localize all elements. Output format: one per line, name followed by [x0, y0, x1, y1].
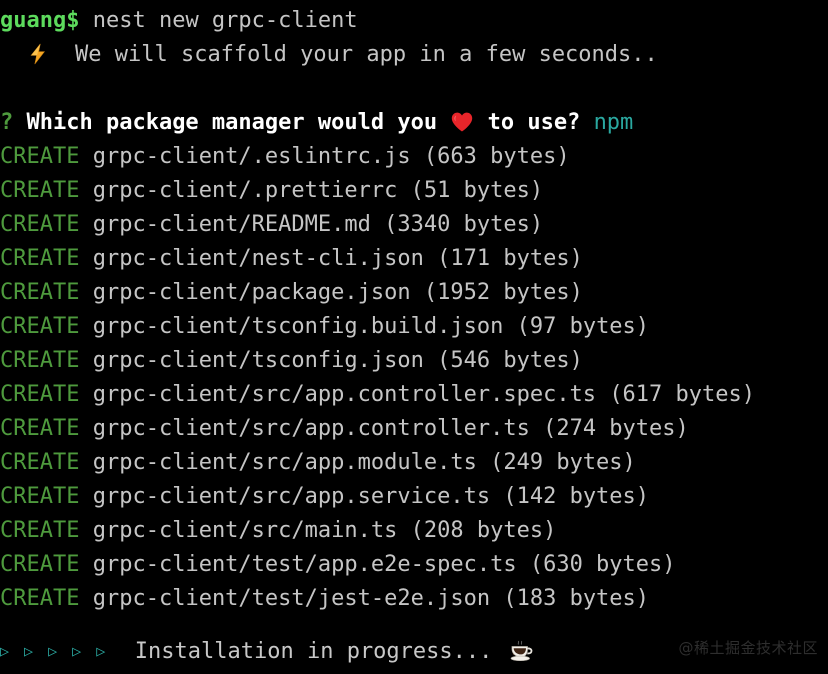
create-line: CREATE grpc-client/.prettierrc (51 bytes…: [0, 174, 828, 208]
question-text-before: Which package manager would you: [13, 110, 451, 135]
create-label: CREATE: [0, 416, 80, 441]
create-label: CREATE: [0, 178, 80, 203]
create-size: (1952 bytes): [423, 280, 583, 305]
create-path: grpc-client/tsconfig.build.json: [92, 314, 504, 339]
create-line: CREATE grpc-client/test/app.e2e-spec.ts …: [0, 548, 828, 582]
create-label: CREATE: [0, 314, 80, 339]
prompt-line: guang$ nest new grpc-client: [0, 4, 828, 38]
create-size: (249 bytes): [490, 450, 636, 475]
create-line: CREATE grpc-client/src/app.controller.sp…: [0, 378, 828, 412]
create-label: CREATE: [0, 348, 80, 373]
create-label: CREATE: [0, 518, 80, 543]
create-size: (663 bytes): [423, 144, 570, 169]
create-path: grpc-client/src/app.controller.ts: [92, 416, 530, 441]
create-line: CREATE grpc-client/src/app.service.ts (1…: [0, 480, 828, 514]
create-path: grpc-client/README.md: [92, 212, 371, 237]
create-line: CREATE grpc-client/package.json (1952 by…: [0, 276, 828, 310]
create-size: (630 bytes): [529, 552, 676, 577]
scaffold-notice-text: We will scaffold your app in a few secon…: [48, 42, 658, 67]
create-path: grpc-client/src/app.service.ts: [92, 484, 491, 509]
create-line: CREATE grpc-client/src/main.ts (208 byte…: [0, 514, 828, 548]
scaffold-notice-line: We will scaffold your app in a few secon…: [0, 38, 828, 72]
create-path: grpc-client/tsconfig.json: [92, 348, 424, 373]
create-label: CREATE: [0, 586, 80, 611]
create-path: grpc-client/nest-cli.json: [92, 246, 424, 271]
create-size: (97 bytes): [516, 314, 650, 339]
create-size: (142 bytes): [503, 484, 650, 509]
create-size: (208 bytes): [410, 518, 557, 543]
create-path: grpc-client/package.json: [92, 280, 411, 305]
question-answer: npm: [593, 110, 634, 135]
terminal-window: guang$ nest new grpc-client We will scaf…: [0, 0, 828, 674]
create-path: grpc-client/src/app.module.ts: [92, 450, 477, 475]
watermark: @稀土掘金技术社区: [678, 639, 818, 657]
create-line: CREATE grpc-client/src/app.module.ts (24…: [0, 446, 828, 480]
create-size: (617 bytes): [609, 382, 756, 407]
create-line: CREATE grpc-client/tsconfig.json (546 by…: [0, 344, 828, 378]
create-line: CREATE grpc-client/README.md (3340 bytes…: [0, 208, 828, 242]
question-marker: ?: [0, 110, 14, 135]
create-line: CREATE grpc-client/tsconfig.build.json (…: [0, 310, 828, 344]
terminal-output: guang$ nest new grpc-client We will scaf…: [0, 4, 828, 616]
prompt-user: guang$: [0, 8, 80, 33]
create-size: (51 bytes): [410, 178, 544, 203]
create-path: grpc-client/.prettierrc: [92, 178, 398, 203]
prompt-command: nest new grpc-client: [79, 8, 358, 33]
package-manager-question-line: ? Which package manager would you to use…: [0, 106, 828, 140]
create-path: grpc-client/src/app.controller.spec.ts: [92, 382, 597, 407]
create-label: CREATE: [0, 246, 80, 271]
create-label: CREATE: [0, 552, 80, 577]
create-size: (274 bytes): [543, 416, 689, 441]
create-size: (546 bytes): [437, 348, 583, 373]
create-path: grpc-client/test/app.e2e-spec.ts: [92, 552, 517, 577]
create-line: CREATE grpc-client/src/app.controller.ts…: [0, 412, 828, 446]
create-label: CREATE: [0, 144, 80, 169]
create-line: CREATE grpc-client/.eslintrc.js (663 byt…: [0, 140, 828, 174]
scaffold-indent: [0, 42, 27, 67]
create-line: CREATE grpc-client/nest-cli.json (171 by…: [0, 242, 828, 276]
create-size: (183 bytes): [503, 586, 650, 611]
create-label: CREATE: [0, 450, 80, 475]
create-size: (171 bytes): [437, 246, 583, 271]
create-line: CREATE grpc-client/test/jest-e2e.json (1…: [0, 582, 828, 616]
create-label: CREATE: [0, 484, 80, 509]
create-path: grpc-client/src/main.ts: [92, 518, 398, 543]
create-size: (3340 bytes): [384, 212, 544, 237]
installation-progress-text: Installation in progress...: [108, 639, 506, 664]
lightning-bolt-icon: [27, 43, 49, 65]
create-path: grpc-client/.eslintrc.js: [92, 144, 411, 169]
progress-arrows-icon: ▷ ▷ ▷ ▷ ▷: [0, 642, 109, 660]
create-label: CREATE: [0, 382, 80, 407]
red-heart-icon: [450, 111, 474, 133]
question-text-after: to use?: [474, 110, 594, 135]
create-path: grpc-client/test/jest-e2e.json: [92, 586, 491, 611]
create-label: CREATE: [0, 280, 80, 305]
create-label: CREATE: [0, 212, 80, 237]
coffee-cup-icon: [506, 638, 536, 664]
